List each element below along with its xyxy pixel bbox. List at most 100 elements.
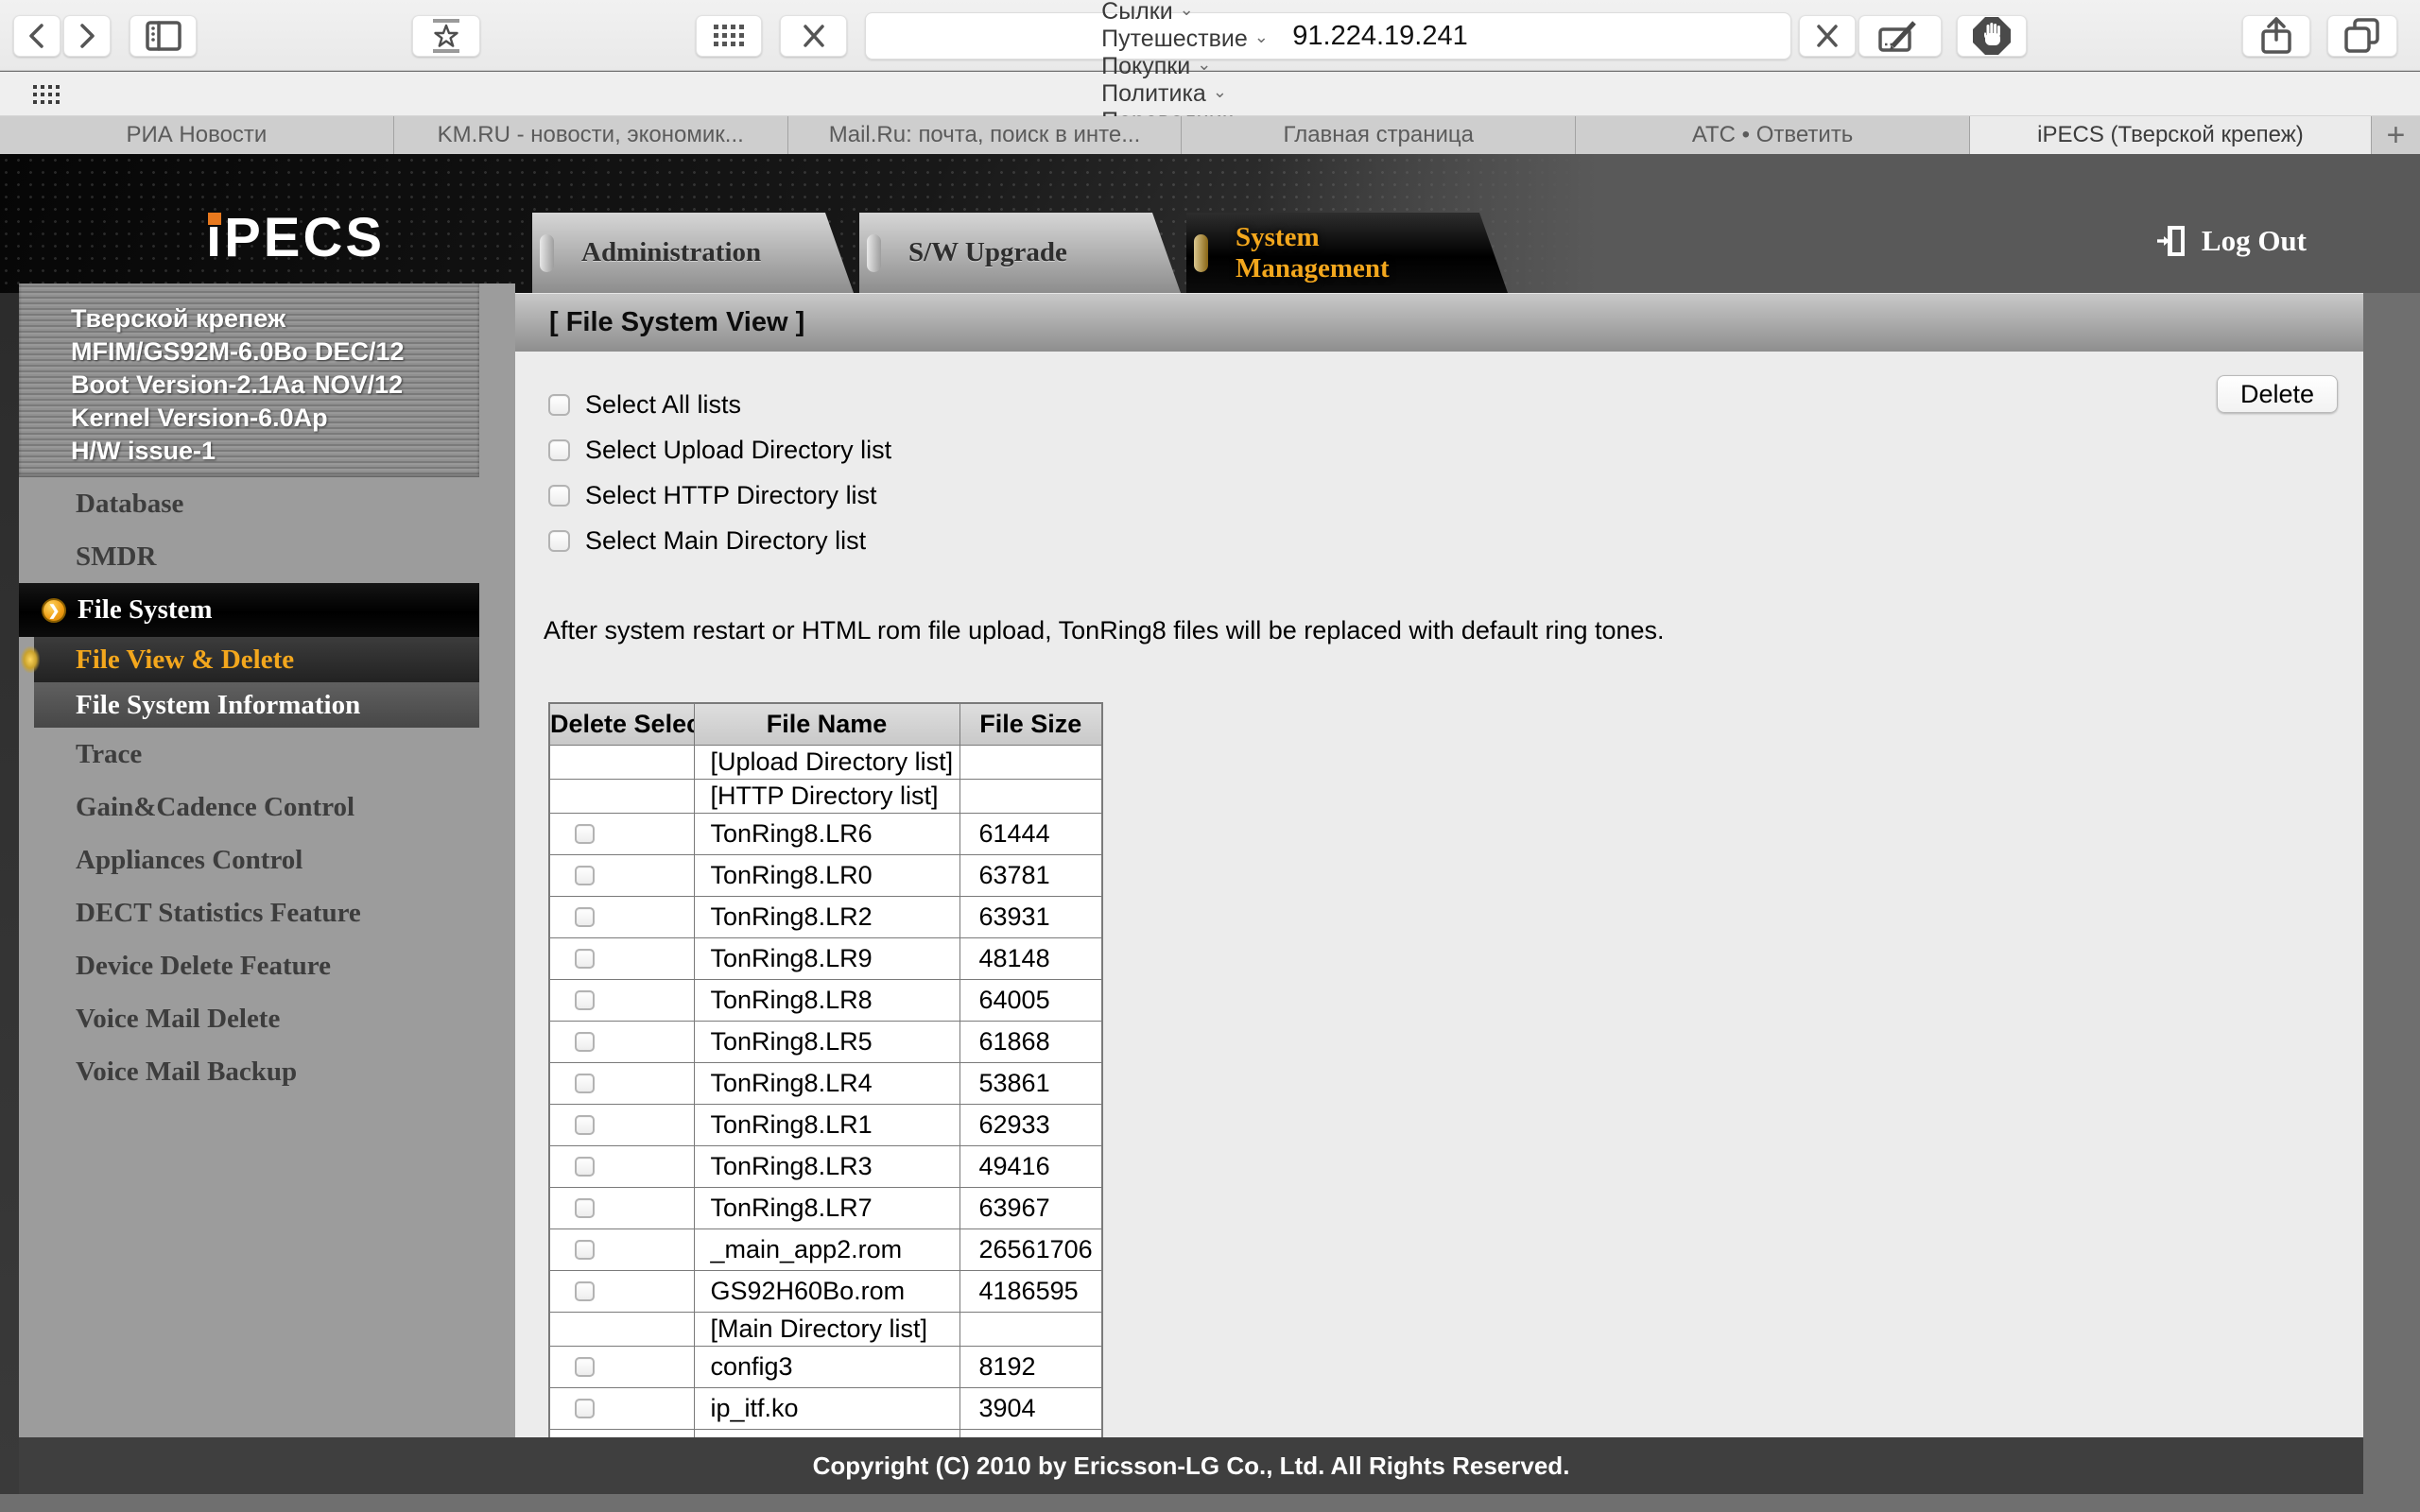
file-name-cell: GS92H60Bo.rom: [694, 1270, 959, 1312]
checkbox[interactable]: [548, 439, 570, 461]
checkbox[interactable]: [548, 394, 570, 416]
sidebar-item-voice-mail-backup[interactable]: Voice Mail Backup: [19, 1045, 479, 1098]
file-name-cell: ip_itf.ko: [694, 1387, 959, 1429]
row-checkbox[interactable]: [575, 949, 595, 969]
row-checkbox[interactable]: [575, 1074, 595, 1093]
row-checkbox[interactable]: [575, 1399, 595, 1418]
left-texture-strip: [0, 293, 19, 1494]
row-checkbox[interactable]: [575, 1115, 595, 1135]
select-options-group: Select All lists Select Upload Directory…: [548, 382, 891, 563]
row-checkbox[interactable]: [575, 1357, 595, 1377]
row-checkbox[interactable]: [575, 1198, 595, 1218]
checkbox-label: Select Upload Directory list: [585, 436, 891, 465]
table-row: TonRing8.LR7 63967: [549, 1187, 1102, 1228]
bookmark-item[interactable]: Сылки ⌄: [1101, 0, 1319, 26]
main-content: [ File System View ] Select All lists Se…: [515, 293, 2363, 1437]
sidebar-item-appliances-control[interactable]: Appliances Control: [19, 833, 479, 886]
browser-tab[interactable]: Mail.Ru: почта, поиск в инте...: [788, 116, 1183, 154]
sidebar-toggle-button[interactable]: [130, 15, 197, 57]
sidebar-item-database[interactable]: Database: [19, 477, 479, 531]
row-checkbox-cell: [549, 1429, 694, 1437]
checkbox[interactable]: [548, 485, 570, 507]
file-name-cell: config3: [694, 1346, 959, 1387]
row-checkbox[interactable]: [575, 1240, 595, 1260]
table-row: [Upload Directory list]: [549, 745, 1102, 779]
table-row: TonRing8.LR4 53861: [549, 1062, 1102, 1104]
row-checkbox[interactable]: [575, 990, 595, 1010]
sidebar-item-file-system[interactable]: ❯ File System: [19, 583, 479, 637]
chevron-down-icon: ⌄: [1197, 55, 1211, 75]
app-header: ıPECS Administration S/W Upgrade System …: [0, 154, 2420, 293]
sidebar-item-label: File View & Delete: [76, 644, 294, 676]
chevron-down-icon: ⌄: [1254, 27, 1269, 47]
row-checkbox[interactable]: [575, 824, 595, 844]
file-name-cell: md: [694, 1429, 959, 1437]
sidebar-item-gain-cadence-control[interactable]: Gain&Cadence Control: [19, 781, 479, 833]
file-size-cell: 63781: [959, 854, 1102, 896]
system-info-line: MFIM/GS92M-6.0Bo DEC/12: [71, 335, 479, 369]
table-row: TonRing8.LR0 63781: [549, 854, 1102, 896]
stop-load-button[interactable]: [1799, 15, 1856, 57]
table-header-row: Delete Select File Name File Size: [549, 703, 1102, 745]
close-icon-button[interactable]: [780, 15, 847, 57]
app-grid-button[interactable]: [696, 15, 762, 57]
sidebar-item-voice-mail-delete[interactable]: Voice Mail Delete: [19, 992, 479, 1045]
footer-bar: Copyright (C) 2010 by Ericsson-LG Co., L…: [19, 1437, 2363, 1494]
file-name-cell: TonRing8.LR8: [694, 979, 959, 1021]
hand-stop-icon: [1970, 14, 2014, 58]
logout-button[interactable]: Log Out: [2156, 222, 2307, 260]
bookmark-item[interactable]: Путешествие ⌄: [1101, 26, 1319, 53]
address-input[interactable]: [866, 21, 1790, 52]
col-header-file-size: File Size: [959, 703, 1102, 745]
favorites-bar-button[interactable]: [412, 15, 480, 57]
sidebar-item-device-delete[interactable]: Device Delete Feature: [19, 939, 479, 992]
sidebar-item-smdr[interactable]: SMDR: [19, 531, 479, 583]
file-size-cell: 53861: [959, 1062, 1102, 1104]
arrow-bullet-icon: ❯: [42, 598, 66, 623]
browser-tab[interactable]: KM.RU - новости, экономик...: [394, 116, 788, 154]
sidebar-item-dect-statistics[interactable]: DECT Statistics Feature: [19, 886, 479, 939]
sidebar-item-file-view-delete[interactable]: File View & Delete: [34, 637, 479, 682]
address-bar[interactable]: [865, 12, 1791, 60]
row-checkbox[interactable]: [575, 1032, 595, 1052]
sidebar-item-trace[interactable]: Trace: [19, 728, 479, 781]
tabs-icon: [2341, 14, 2384, 58]
app-nav-tab[interactable]: S/W Upgrade: [859, 213, 1181, 293]
table-row: TonRing8.LR2 63931: [549, 896, 1102, 937]
table-row: TonRing8.LR1 62933: [549, 1104, 1102, 1145]
delete-button[interactable]: Delete: [2217, 375, 2338, 413]
grid-icon[interactable]: [31, 83, 69, 108]
browser-tab-bar: РИА Новости KM.RU - новости, экономик...…: [0, 116, 2420, 154]
file-size-cell: 48148: [959, 937, 1102, 979]
app-nav-tab[interactable]: Administration: [532, 213, 854, 293]
new-tab-button[interactable]: +: [2372, 116, 2420, 154]
browser-tab[interactable]: iPECS (Тверской крепеж): [1970, 116, 2372, 154]
tabs-overview-button[interactable]: [2327, 15, 2397, 57]
browser-tab[interactable]: АТС • Ответить: [1576, 116, 1970, 154]
table-row: ip_itf.ko 3904: [549, 1387, 1102, 1429]
page-title: [ File System View ]: [549, 307, 804, 338]
row-checkbox[interactable]: [575, 907, 595, 927]
share-button[interactable]: [2242, 15, 2310, 57]
back-button[interactable]: [13, 15, 60, 57]
browser-tab[interactable]: РИА Новости: [0, 116, 394, 154]
bookmark-item[interactable]: Политика ⌄: [1101, 80, 1319, 108]
select-option-row: Select Main Directory list: [548, 518, 891, 563]
stop-hand-button[interactable]: [1957, 15, 2027, 57]
row-checkbox[interactable]: [575, 866, 595, 885]
app-nav-tab[interactable]: System Management: [1186, 213, 1508, 293]
bookmark-label: Сылки: [1101, 0, 1173, 26]
compose-button[interactable]: [1858, 15, 1942, 57]
copyright-text: Copyright (C) 2010 by Ericsson-LG Co., L…: [813, 1452, 1570, 1481]
table-row: TonRing8.LR6 61444: [549, 813, 1102, 854]
bookmark-item[interactable]: Покупки ⌄: [1101, 53, 1319, 80]
sidebar-item-file-system-information[interactable]: File System Information: [34, 682, 479, 728]
notice-text: After system restart or HTML rom file up…: [544, 616, 1665, 645]
file-size-cell: 4186595: [959, 1270, 1102, 1312]
browser-tab[interactable]: Главная страница: [1182, 116, 1576, 154]
system-info-line: Boot Version-2.1Aa NOV/12: [71, 369, 479, 402]
row-checkbox[interactable]: [575, 1281, 595, 1301]
row-checkbox[interactable]: [575, 1157, 595, 1177]
forward-button[interactable]: [63, 15, 111, 57]
checkbox[interactable]: [548, 530, 570, 552]
